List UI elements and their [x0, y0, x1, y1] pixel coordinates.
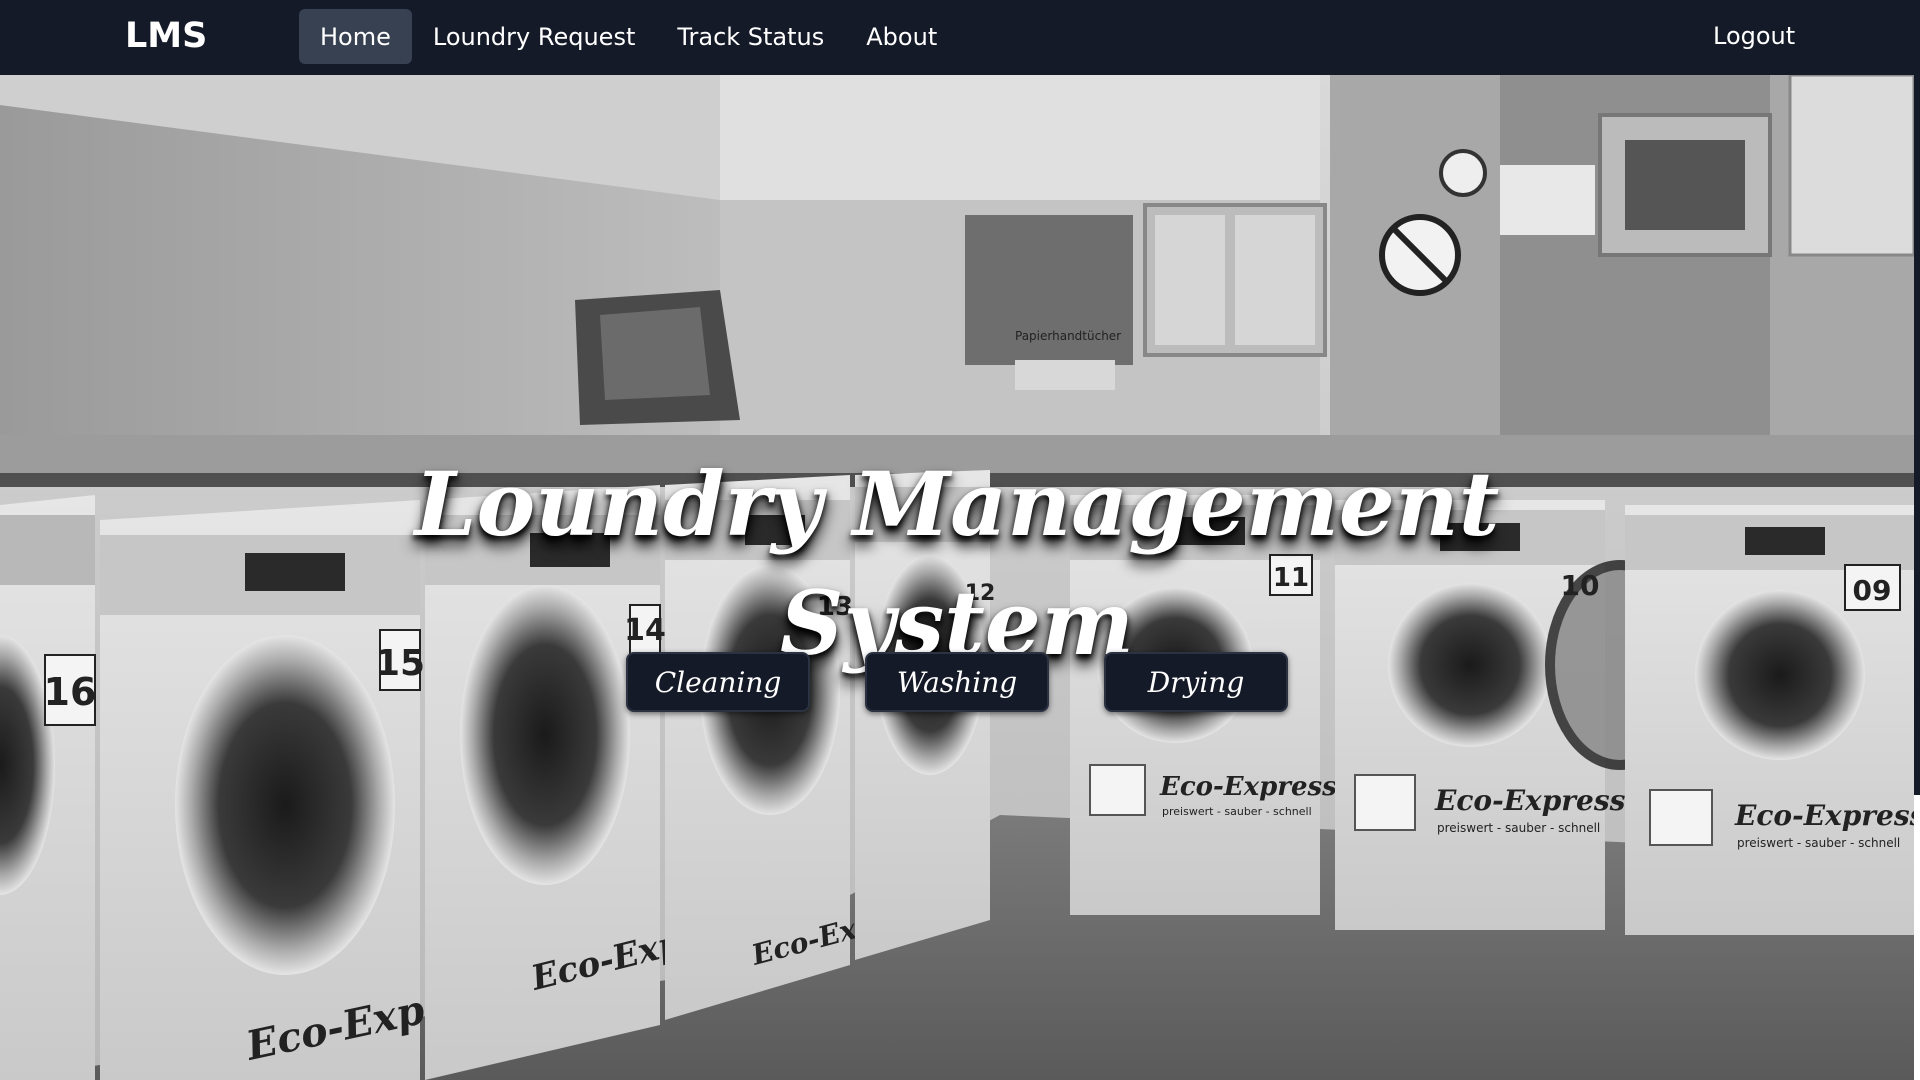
scrollbar-thumb[interactable]	[1914, 0, 1920, 795]
service-buttons: Cleaning Washing Drying	[0, 652, 1914, 712]
nav-link-track-status[interactable]: Track Status	[656, 9, 845, 64]
nav-links: Home Loundry Request Track Status About	[299, 9, 958, 64]
logout-link[interactable]: Logout	[1713, 22, 1795, 50]
machine-tagline-09: preiswert - sauber - schnell	[1737, 836, 1900, 850]
machine-brand-11: Eco-Express	[1159, 772, 1337, 802]
machine-tagline-11: preiswert - sauber - schnell	[1162, 805, 1312, 818]
cleaning-button[interactable]: Cleaning	[626, 652, 810, 712]
hero-section: Papierhandtücher 16 15 Eco-Express 14 Ec…	[0, 75, 1914, 1080]
hero-title: Loundry Management System	[0, 445, 1914, 683]
machine-brand-09: Eco-Express	[1734, 799, 1914, 832]
nav-link-about[interactable]: About	[845, 9, 958, 64]
machine-brand-10: Eco-Express	[1434, 784, 1626, 817]
machine-tagline-10: preiswert - sauber - schnell	[1437, 821, 1600, 835]
dispenser-label: Papierhandtücher	[1015, 329, 1121, 343]
washing-button[interactable]: Washing	[865, 652, 1049, 712]
brand-logo[interactable]: LMS	[125, 16, 207, 56]
hero-title-line-1: Loundry Management	[414, 452, 1500, 556]
top-navbar: LMS Home Loundry Request Track Status Ab…	[0, 0, 1914, 75]
nav-link-loundry-request[interactable]: Loundry Request	[412, 9, 656, 64]
drying-button[interactable]: Drying	[1104, 652, 1288, 712]
nav-link-home[interactable]: Home	[299, 9, 412, 64]
